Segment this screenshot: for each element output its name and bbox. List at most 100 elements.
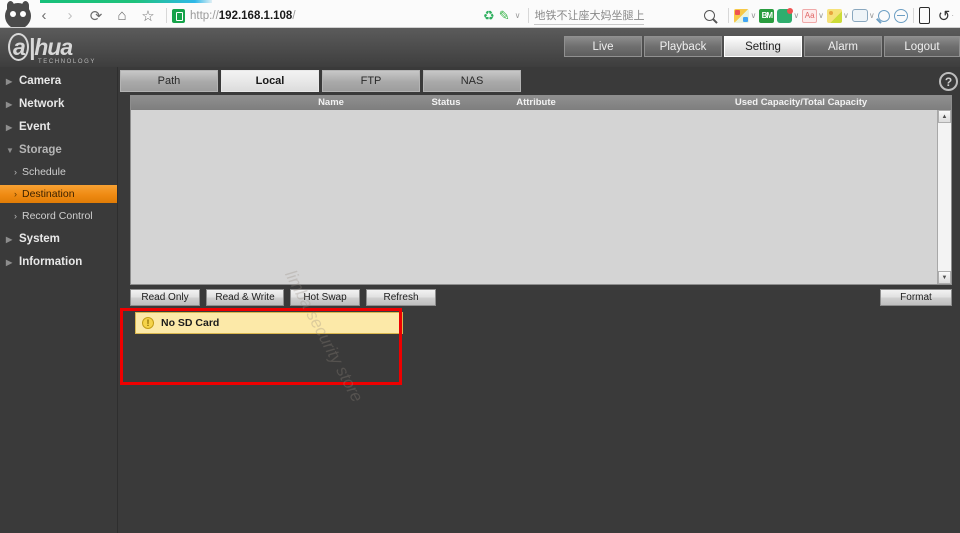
chevron-right-icon: ▶ [6, 234, 13, 244]
scrollbar-track[interactable] [938, 123, 951, 271]
sidebar-item-information[interactable]: ▶ Information [0, 253, 118, 271]
back-button[interactable]: ‹ [31, 5, 57, 27]
browser-chrome: ‹ › ⟳ ⌂ ☆ http://192.168.1.108/ ♻ ✎ ∨ 地铁… [0, 0, 960, 29]
tab-path[interactable]: Path [120, 70, 218, 92]
mobile-view-icon[interactable] [918, 7, 930, 24]
sidebar-item-label: Information [19, 256, 83, 268]
nav-tab-setting[interactable]: Setting [724, 36, 802, 57]
sidebar-subitem-label: Record Control [22, 210, 93, 222]
refresh-button[interactable]: Refresh [366, 289, 436, 306]
sidebar-item-camera[interactable]: ▶ Camera [0, 72, 118, 90]
table-scrollbar[interactable]: ▲ ▼ [937, 110, 951, 284]
chevron-down-icon-1[interactable]: ∨ [515, 11, 521, 20]
chevron-down-icon-4[interactable]: ∨ [818, 11, 824, 20]
news-headline-link[interactable]: 地铁不让座大妈坐腿上 [534, 7, 645, 25]
chevron-right-icon: › [14, 189, 17, 199]
extension-aa-icon[interactable]: Aa [802, 8, 818, 23]
dahua-logo: a |hua TECHNOLOGY [8, 33, 96, 65]
table-header-used-capacity-total-capacity: Used Capacity/Total Capacity [734, 97, 868, 108]
sidebar-item-schedule[interactable]: › Schedule [0, 163, 118, 181]
chevron-down-icon-3[interactable]: ∨ [793, 11, 799, 20]
logo-subtitle: TECHNOLOGY [38, 59, 97, 65]
toolbar-divider-3 [728, 8, 730, 23]
sidebar-menu: ▶ Camera ▶ Network ▶ Event ▼ Storage › Schedule › D… [0, 67, 118, 533]
chevron-down-icon: ▼ [6, 145, 14, 155]
chevron-right-icon: ▶ [6, 122, 13, 132]
app-header: a |hua TECHNOLOGY Live Playback Setting Alar… [0, 28, 960, 67]
extension-image-icon[interactable] [827, 8, 843, 23]
zoom-magnifier-icon[interactable] [877, 9, 890, 22]
sidebar-item-storage[interactable]: ▼ Storage [0, 141, 118, 159]
main-nav: Live Playback Setting Alarm Logout [564, 36, 960, 57]
address-bar-url: http://192.168.1.108/ [190, 10, 296, 22]
chevron-down-icon-2[interactable]: ∨ [750, 11, 756, 20]
hot-swap-button[interactable]: Hot Swap [290, 289, 360, 306]
read-only-button[interactable]: Read Only [130, 289, 200, 306]
scroll-up-arrow[interactable]: ▲ [938, 110, 951, 123]
extension-shield-icon[interactable] [777, 7, 794, 23]
recycle-icon[interactable]: ♻ [483, 8, 495, 24]
extension-blocks-icon[interactable] [734, 8, 750, 23]
bookmark-star-icon[interactable]: ☆ [135, 5, 161, 27]
chevron-down-icon-6[interactable]: ∨ [869, 11, 875, 20]
nav-tab-live[interactable]: Live [564, 36, 642, 57]
toolbar-divider-2 [528, 8, 530, 23]
sidebar-item-network[interactable]: ▶ Network [0, 95, 118, 113]
table-header-row: Name Status Attribute Used Capacity/Total C… [131, 96, 951, 110]
nav-tab-logout[interactable]: Logout [884, 36, 960, 57]
format-button[interactable]: Format [880, 289, 952, 306]
forward-button[interactable]: › [57, 5, 83, 27]
sidebar-subitem-label: Schedule [22, 166, 66, 178]
sidebar-item-label: System [19, 233, 60, 245]
logo-text: a |hua [8, 33, 96, 61]
no-sd-card-alert: ! No SD Card [135, 312, 403, 334]
chevron-right-icon: › [14, 211, 17, 221]
tab-ftp[interactable]: FTP [322, 70, 420, 92]
sidebar-item-label: Event [19, 121, 51, 133]
read-write-button[interactable]: Read & Write [206, 289, 284, 306]
chevron-right-icon: ▶ [6, 76, 13, 86]
tab-nas[interactable]: NAS [423, 70, 521, 92]
sidebar-item-system[interactable]: ▶ System [0, 230, 118, 248]
help-icon[interactable]: ? [939, 72, 958, 91]
sidebar-subitem-label: Destination [22, 188, 75, 200]
table-body-empty [131, 110, 937, 284]
chevron-right-icon: ▶ [6, 99, 13, 109]
address-bar[interactable]: http://192.168.1.108/ [172, 8, 296, 23]
tab-local[interactable]: Local [221, 70, 319, 92]
user-avatar-icon[interactable] [5, 0, 31, 29]
table-header-status: Status [431, 97, 461, 108]
search-icon[interactable] [704, 10, 716, 21]
url-path: / [292, 9, 296, 22]
warning-icon: ! [142, 317, 154, 329]
toolbar-divider [166, 8, 167, 23]
storage-device-panel: Name Status Attribute Used Capacity/Total C… [130, 95, 952, 285]
extension-bm-icon[interactable]: BM [759, 8, 775, 23]
home-button[interactable]: ⌂ [109, 5, 135, 27]
watermark-text: limba security store [281, 267, 367, 406]
chevron-right-icon: ▶ [6, 257, 13, 267]
undo-icon[interactable]: ↺ [938, 7, 951, 25]
sidebar-item-label: Camera [19, 75, 62, 87]
sidebar-item-event[interactable]: ▶ Event [0, 118, 118, 136]
url-host: 192.168.1.108 [218, 9, 293, 22]
zoom-out-icon[interactable] [893, 8, 908, 23]
table-header-attribute: Attribute [516, 97, 556, 108]
sidebar-item-label: Network [19, 98, 65, 110]
note-icon[interactable]: ✎ [499, 8, 510, 24]
reload-button[interactable]: ⟳ [83, 5, 109, 27]
nav-tab-alarm[interactable]: Alarm [804, 36, 882, 57]
scroll-down-arrow[interactable]: ▼ [938, 271, 951, 284]
nav-tab-playback[interactable]: Playback [644, 36, 722, 57]
chevron-right-icon: › [14, 167, 17, 177]
table-header-name: Name [318, 97, 344, 108]
sidebar-item-record-control[interactable]: › Record Control [0, 207, 118, 225]
chevron-down-icon-5[interactable]: ∨ [843, 11, 849, 20]
url-scheme: http:// [190, 9, 219, 22]
extension-frame-icon[interactable] [851, 9, 868, 22]
content-area: Path Local FTP NAS ? Name Status Attribute Use… [118, 67, 960, 533]
action-button-row: Read Only Read & Write Hot Swap Refresh [130, 289, 442, 306]
lock-shield-icon [172, 8, 185, 23]
sidebar-item-destination[interactable]: › Destination [0, 185, 118, 203]
menu-dot-icon[interactable]: · [951, 11, 954, 20]
